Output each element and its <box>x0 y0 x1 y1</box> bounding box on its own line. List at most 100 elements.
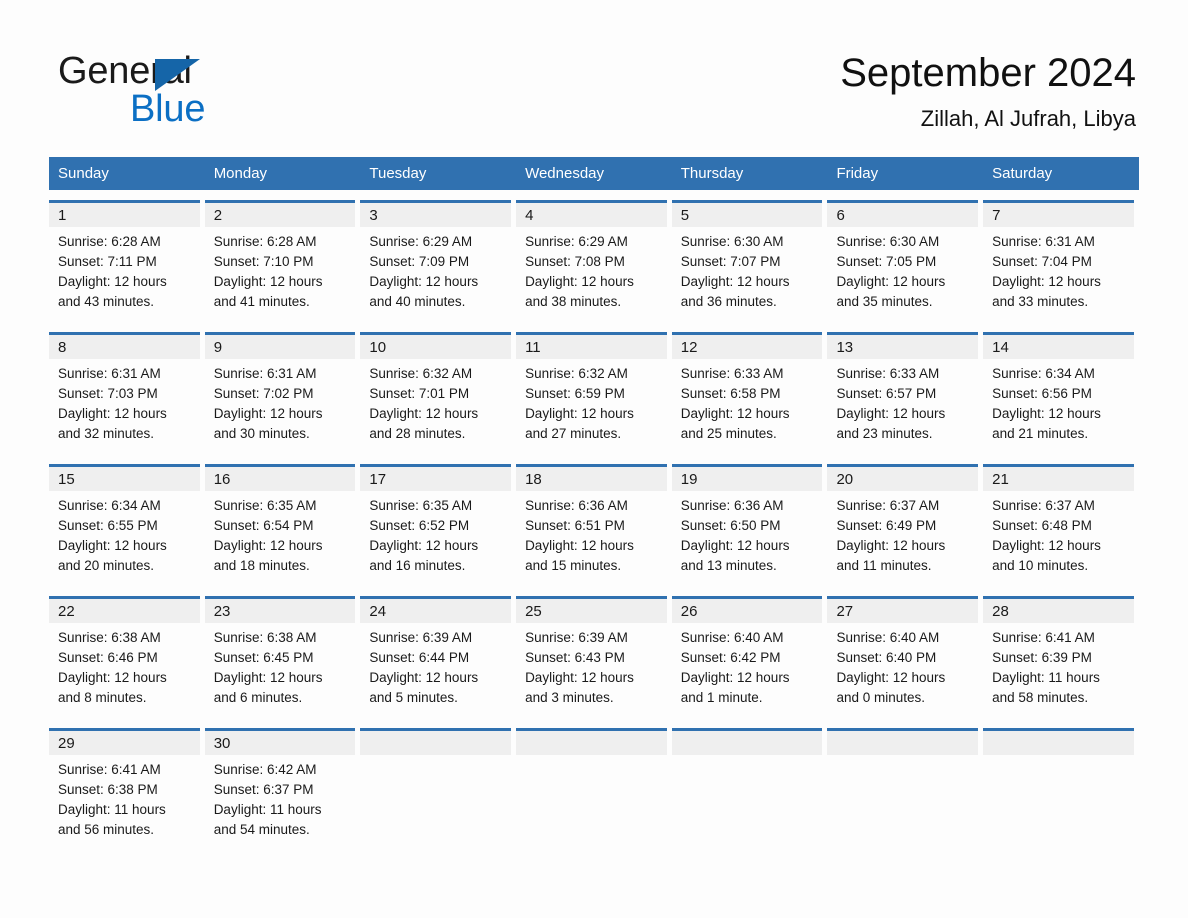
sunset-text: Sunset: 6:39 PM <box>992 650 1092 665</box>
day-cell-empty <box>360 728 516 850</box>
sunrise-text: Sunrise: 6:31 AM <box>58 366 161 381</box>
day-number: 25 <box>525 602 542 620</box>
day-cell[interactable]: 16 Sunrise: 6:35 AM Sunset: 6:54 PM Dayligh… <box>204 464 361 586</box>
sunset-text: Sunset: 7:02 PM <box>213 386 314 401</box>
sunset-text: Sunset: 7:11 PM <box>58 254 157 269</box>
day-cell[interactable]: 3 Sunrise: 6:29 AM Sunset: 7:09 PM Daylight… <box>360 200 516 322</box>
day-number: 4 <box>525 206 534 224</box>
day-cell[interactable]: 26 Sunrise: 6:40 AM Sunset: 6:42 PM Dayligh… <box>671 596 828 718</box>
sunset-text: Sunset: 6:45 PM <box>213 650 314 665</box>
sunrise-text: Sunrise: 6:42 AM <box>213 762 317 777</box>
day-cell[interactable]: 28 Sunrise: 6:41 AM Sunset: 6:39 PM Dayligh… <box>983 596 1139 718</box>
day-cell[interactable]: 12 Sunrise: 6:33 AM Sunset: 6:58 PM Dayligh… <box>671 332 828 454</box>
day-number: 19 <box>680 470 698 488</box>
weekday-header-thursday: Thursday <box>680 165 744 182</box>
day-cell[interactable]: 14 Sunrise: 6:34 AM Sunset: 6:56 PM Dayligh… <box>983 332 1139 454</box>
day-cell[interactable]: 24 Sunrise: 6:39 AM Sunset: 6:44 PM Dayligh… <box>360 596 516 718</box>
day-number: 27 <box>836 602 854 620</box>
day-cell[interactable]: 18 Sunrise: 6:36 AM Sunset: 6:51 PM Dayligh… <box>516 464 672 586</box>
daylight-text-line1: Daylight: 12 hours <box>213 538 323 553</box>
day-cell[interactable]: 5 Sunrise: 6:30 AM Sunset: 7:07 PM Daylight… <box>671 200 828 322</box>
sunrise-text: Sunrise: 6:30 AM <box>836 234 940 249</box>
sunset-text: Sunset: 6:40 PM <box>836 650 937 665</box>
daylight-text-line1: Daylight: 12 hours <box>836 406 946 421</box>
daylight-text-line1: Daylight: 12 hours <box>369 274 479 289</box>
day-cell[interactable]: 30 Sunrise: 6:42 AM Sunset: 6:37 PM Dayligh… <box>204 728 361 850</box>
daylight-text-line1: Daylight: 11 hours <box>213 802 322 817</box>
weekday-header-tuesday: Tuesday <box>369 165 427 182</box>
day-cell[interactable]: 6 Sunrise: 6:30 AM Sunset: 7:05 PM Daylight… <box>827 200 983 322</box>
day-number: 20 <box>836 470 854 488</box>
daylight-text-line1: Daylight: 12 hours <box>58 670 167 685</box>
day-number: 5 <box>680 206 690 224</box>
day-cell[interactable]: 25 Sunrise: 6:39 AM Sunset: 6:43 PM Dayligh… <box>516 596 672 718</box>
sunset-text: Sunset: 6:57 PM <box>836 386 937 401</box>
day-number: 17 <box>369 470 387 488</box>
day-cell[interactable]: 27 Sunrise: 6:40 AM Sunset: 6:40 PM Dayligh… <box>827 596 983 718</box>
day-number: 28 <box>992 602 1009 620</box>
sunset-text: Sunset: 6:52 PM <box>369 518 470 533</box>
sunrise-text: Sunrise: 6:38 AM <box>58 630 161 645</box>
daylight-text-line1: Daylight: 12 hours <box>680 406 790 421</box>
day-cell[interactable]: 10 Sunrise: 6:32 AM Sunset: 7:01 PM Dayligh… <box>360 332 516 454</box>
sunrise-text: Sunrise: 6:33 AM <box>680 366 784 381</box>
daylight-text-line1: Daylight: 12 hours <box>836 538 946 553</box>
day-number: 7 <box>992 206 1001 224</box>
daylight-text-line1: Daylight: 11 hours <box>992 670 1100 685</box>
page-title: September 2024 <box>840 51 1136 95</box>
daylight-text-line2: and 3 minutes. <box>525 690 614 705</box>
day-cell[interactable]: 23 Sunrise: 6:38 AM Sunset: 6:45 PM Dayligh… <box>204 596 361 718</box>
sunrise-text: Sunrise: 6:28 AM <box>58 234 161 249</box>
sunset-text: Sunset: 7:09 PM <box>369 254 470 269</box>
sunrise-text: Sunrise: 6:38 AM <box>213 630 317 645</box>
day-cell[interactable]: 13 Sunrise: 6:33 AM Sunset: 6:57 PM Dayligh… <box>827 332 983 454</box>
daylight-text-line1: Daylight: 12 hours <box>992 274 1101 289</box>
day-cell[interactable]: 17 Sunrise: 6:35 AM Sunset: 6:52 PM Dayligh… <box>360 464 516 586</box>
daylight-text-line2: and 6 minutes. <box>213 690 303 705</box>
sunrise-text: Sunrise: 6:29 AM <box>369 234 473 249</box>
day-cell[interactable]: 20 Sunrise: 6:37 AM Sunset: 6:49 PM Dayligh… <box>827 464 983 586</box>
day-number: 10 <box>369 338 387 356</box>
day-cell-empty <box>827 728 983 850</box>
sunrise-text: Sunrise: 6:28 AM <box>213 234 317 249</box>
day-cell[interactable]: 22 Sunrise: 6:38 AM Sunset: 6:46 PM Dayligh… <box>49 596 205 718</box>
day-cell[interactable]: 1 Sunrise: 6:28 AM Sunset: 7:11 PM Daylight… <box>49 200 205 322</box>
day-cell[interactable]: 4 Sunrise: 6:29 AM Sunset: 7:08 PM Daylight… <box>516 200 672 322</box>
day-cell[interactable]: 29 Sunrise: 6:41 AM Sunset: 6:38 PM Dayligh… <box>49 728 205 850</box>
weekday-header-monday: Monday <box>213 165 268 182</box>
sunset-text: Sunset: 7:01 PM <box>369 386 470 401</box>
daylight-text-line1: Daylight: 12 hours <box>992 538 1101 553</box>
daylight-text-line2: and 25 minutes. <box>680 426 777 441</box>
day-number: 16 <box>213 470 231 488</box>
daylight-text-line2: and 32 minutes. <box>58 426 155 441</box>
day-cell[interactable]: 15 Sunrise: 6:34 AM Sunset: 6:55 PM Dayligh… <box>49 464 205 586</box>
day-cell[interactable]: 11 Sunrise: 6:32 AM Sunset: 6:59 PM Dayligh… <box>516 332 672 454</box>
day-cell[interactable]: 9 Sunrise: 6:31 AM Sunset: 7:02 PM Daylight… <box>204 332 361 454</box>
day-number: 12 <box>680 338 698 356</box>
day-cell[interactable]: 7 Sunrise: 6:31 AM Sunset: 7:04 PM Daylight… <box>983 200 1139 322</box>
day-number: 1 <box>58 206 67 224</box>
daylight-text-line2: and 0 minutes. <box>836 690 925 705</box>
day-number: 29 <box>58 734 75 752</box>
day-cell[interactable]: 2 Sunrise: 6:28 AM Sunset: 7:10 PM Daylight… <box>204 200 361 322</box>
sunset-text: Sunset: 6:56 PM <box>992 386 1092 401</box>
calendar-page: General Blue September 2024 Zillah, Al J… <box>0 0 1188 918</box>
daylight-text-line1: Daylight: 12 hours <box>680 538 790 553</box>
day-number: 13 <box>836 338 854 356</box>
daylight-text-line2: and 20 minutes. <box>58 558 155 573</box>
day-cell[interactable]: 21 Sunrise: 6:37 AM Sunset: 6:48 PM Dayligh… <box>983 464 1139 586</box>
daylight-text-line2: and 35 minutes. <box>836 294 933 309</box>
sunrise-text: Sunrise: 6:35 AM <box>369 498 473 513</box>
daylight-text-line1: Daylight: 12 hours <box>213 274 323 289</box>
day-number: 14 <box>992 338 1009 356</box>
day-number: 30 <box>213 734 231 752</box>
sunrise-text: Sunrise: 6:29 AM <box>525 234 628 249</box>
daylight-text-line2: and 54 minutes. <box>213 822 310 837</box>
day-cell[interactable]: 8 Sunrise: 6:31 AM Sunset: 7:03 PM Daylight… <box>49 332 205 454</box>
sunrise-text: Sunrise: 6:34 AM <box>992 366 1095 381</box>
sunset-text: Sunset: 6:54 PM <box>213 518 314 533</box>
sunrise-text: Sunrise: 6:36 AM <box>680 498 784 513</box>
day-cell[interactable]: 19 Sunrise: 6:36 AM Sunset: 6:50 PM Dayligh… <box>671 464 828 586</box>
sunset-text: Sunset: 6:44 PM <box>369 650 470 665</box>
daylight-text-line2: and 43 minutes. <box>58 294 155 309</box>
